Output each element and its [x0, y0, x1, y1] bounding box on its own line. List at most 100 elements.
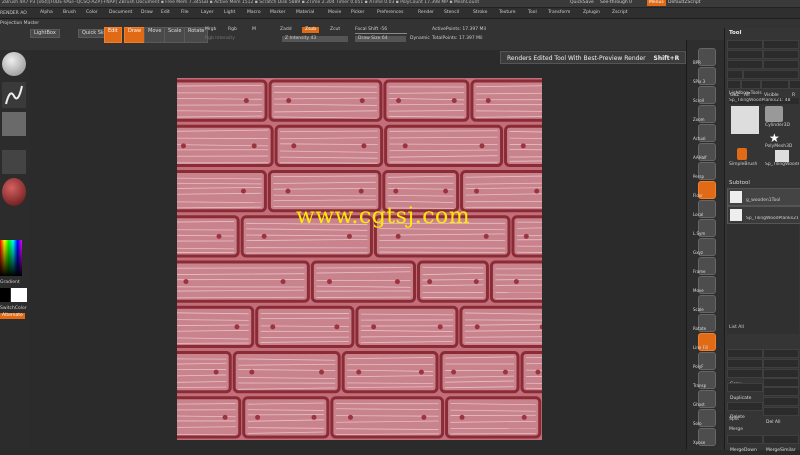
merge-similar-button[interactable]: MergeSimilar	[764, 448, 796, 453]
wood-plank	[462, 172, 542, 211]
nail-hole	[534, 189, 539, 194]
menu-color[interactable]: Color	[86, 10, 98, 16]
wood-plank	[270, 81, 381, 120]
main-color-swatch[interactable]	[0, 288, 10, 302]
shelf-label: Persp	[693, 174, 704, 180]
del-all-button[interactable]: Del All	[764, 420, 781, 425]
m-button[interactable]: M	[252, 27, 256, 33]
material-thumbnail[interactable]	[2, 178, 26, 206]
zcut-button[interactable]: Zcut	[330, 27, 340, 33]
list-all-button[interactable]: List All	[729, 325, 744, 331]
subtool-item-1[interactable]: g_wooden1Tool	[727, 188, 800, 206]
wood-planks-render	[177, 78, 542, 440]
shelf-label: Local	[693, 212, 703, 218]
mrgb-button[interactable]: Mrgb	[205, 27, 216, 33]
menu-picker[interactable]: Picker	[351, 10, 364, 16]
alpha-thumbnail[interactable]	[2, 112, 26, 136]
menu-brush[interactable]: Brush	[63, 10, 76, 16]
zsub-button[interactable]: Zsub	[302, 27, 319, 33]
menu-light[interactable]: Light	[224, 10, 235, 16]
gradient-label[interactable]: Gradient	[0, 280, 20, 286]
lightbox-tools-button[interactable]: Lightbox▸Tools	[729, 91, 762, 97]
document-canvas[interactable]	[177, 78, 542, 440]
rgb-intensity-slider[interactable]: Rgb Intensity	[205, 36, 235, 42]
texture-thumbnail[interactable]	[2, 150, 26, 174]
draw-size-slider[interactable]: Draw Size 64	[355, 36, 406, 42]
subtool-name-2: Sp_TilingWoodPlanks21	[746, 216, 798, 222]
menu-file[interactable]: File	[181, 10, 189, 16]
quicksave-button[interactable]: QuickSave	[570, 0, 594, 6]
current-tool-thumbnail[interactable]	[731, 106, 759, 134]
nail-hole	[281, 279, 286, 284]
focal-shift-slider[interactable]: Focal Shift -56	[355, 27, 407, 34]
wood-plank	[419, 262, 488, 301]
merge-header[interactable]: Merge	[729, 427, 743, 433]
title-bar: ZBrush 4R7 P3 [x64][F0DE-VAEF-QCSQ-AZP]-…	[0, 0, 800, 8]
wood-plank	[447, 398, 540, 437]
menu-edit[interactable]: Edit	[161, 10, 170, 16]
menu-tool[interactable]: Tool	[528, 10, 537, 16]
nail-hole	[249, 370, 254, 375]
rgb-button[interactable]: Rgb	[228, 27, 237, 33]
menu-stroke[interactable]: Stroke	[473, 10, 487, 16]
duplicate-button[interactable]: Duplicate	[728, 396, 751, 401]
menu-layer[interactable]: Layer	[201, 10, 214, 16]
move-button[interactable]: Move	[144, 27, 165, 43]
shelf-label: Scroll	[693, 98, 704, 104]
menu-render[interactable]: Render	[418, 10, 434, 16]
simplebrush-label: SimpleBrush	[729, 162, 757, 168]
switch-color-button[interactable]: SwitchColor	[0, 306, 27, 312]
menu-document[interactable]: Document	[109, 10, 132, 16]
wood-plank	[177, 262, 308, 301]
scale-button[interactable]: Scale	[164, 27, 185, 43]
edit-button[interactable]: Edit	[104, 27, 122, 43]
default-zscript-button[interactable]: DefaultZScript	[668, 0, 701, 6]
zadd-button[interactable]: Zadd	[280, 27, 292, 33]
tiling-wood-thumbnail[interactable]	[775, 150, 789, 162]
menu-draw[interactable]: Draw	[141, 10, 153, 16]
menu-macro[interactable]: Macro	[247, 10, 261, 16]
alternate-button[interactable]: Alternate	[0, 313, 25, 319]
subtool-header[interactable]: Subtool	[729, 180, 750, 187]
menu-preferences[interactable]: Preferences	[377, 10, 403, 16]
simplebrush-thumbnail[interactable]	[737, 148, 747, 160]
menu-transform[interactable]: Transform	[548, 10, 570, 16]
stroke-thumbnail[interactable]	[2, 82, 26, 108]
wood-plank	[441, 353, 518, 392]
menu-movie[interactable]: Movie	[328, 10, 341, 16]
cylinder3d-label: Cylinder3D	[765, 123, 790, 129]
wood-plank	[343, 353, 437, 392]
menu-zscript[interactable]: Zscript	[612, 10, 628, 16]
menu-alpha[interactable]: Alpha	[40, 10, 53, 16]
nail-hole	[486, 98, 491, 103]
menu-material[interactable]: Material	[296, 10, 314, 16]
nail-hole	[223, 415, 228, 420]
projection-master-button[interactable]: Projection Master	[0, 21, 28, 27]
nail-hole	[403, 143, 408, 148]
cylinder3d-thumbnail[interactable]	[765, 106, 783, 122]
brush-thumbnail[interactable]	[2, 52, 26, 76]
wood-plank	[491, 262, 542, 301]
seethrough-slider[interactable]: See-through 0	[600, 0, 632, 6]
secondary-color-swatch[interactable]	[11, 288, 27, 302]
color-picker[interactable]	[0, 240, 22, 276]
z-intensity-slider[interactable]: Z Intensity 43	[282, 36, 348, 42]
menu-marker[interactable]: Marker	[270, 10, 286, 16]
shelf-label: Move	[693, 288, 704, 294]
nail-hole	[214, 370, 219, 375]
current-tool-name[interactable]: Sp_TilingWoodPlanks21: 48	[729, 98, 799, 104]
menu-stencil[interactable]: Stencil	[444, 10, 459, 16]
nail-hole	[334, 324, 339, 329]
menu-texture[interactable]: Texture	[499, 10, 515, 16]
menus-button[interactable]: Menus	[647, 0, 666, 6]
wood-plank	[177, 307, 253, 346]
lightbox-button[interactable]: LightBox	[30, 29, 60, 38]
tool-palette-title: Tool	[729, 30, 741, 37]
dynamic-button[interactable]: Dynamic	[410, 36, 430, 42]
menu-zplugin[interactable]: Zplugin	[583, 10, 600, 16]
split-header[interactable]: Split	[729, 417, 739, 423]
draw-button[interactable]: Draw	[124, 27, 145, 43]
merge-down-button[interactable]: MergeDown	[728, 448, 757, 453]
polymesh-star-icon[interactable]: ★	[769, 132, 780, 144]
subtool-item-2[interactable]: Sp_TilingWoodPlanks21	[727, 206, 800, 224]
